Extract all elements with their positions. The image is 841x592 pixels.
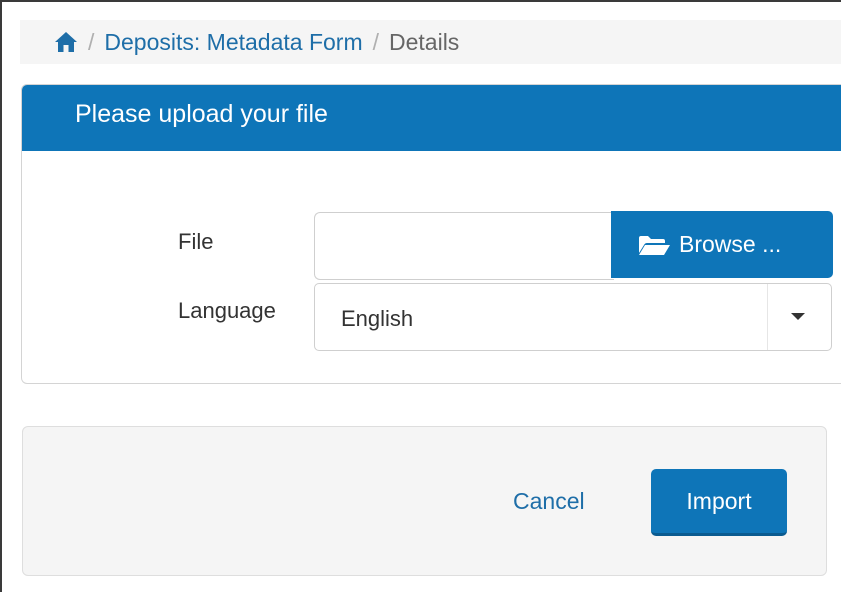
import-button[interactable]: Import [651,469,787,536]
file-label: File [178,229,214,254]
breadcrumb: / Deposits: Metadata Form / Details [20,20,841,64]
upload-panel: Please upload your file File Browse ... … [21,84,841,384]
caret-down-icon[interactable] [791,313,805,320]
language-selected-value: English [341,306,414,331]
folder-open-icon [639,235,670,255]
file-input[interactable] [314,212,614,280]
breadcrumb-separator: / [372,29,379,55]
language-label: Language [178,298,276,323]
browse-button-label: Browse ... [679,231,782,257]
breadcrumb-current-details: Details [389,29,460,55]
cancel-button[interactable]: Cancel [513,488,585,515]
breadcrumb-link-deposits[interactable]: Deposits: Metadata Form [104,29,362,56]
breadcrumb-separator: / [88,29,95,55]
select-divider [767,284,768,350]
panel-header: Please upload your file [22,85,841,151]
form-footer: Cancel Import [22,426,827,576]
browse-button[interactable]: Browse ... [611,211,833,278]
language-select[interactable]: English [314,283,832,351]
panel-title: Please upload your file [75,100,328,128]
home-icon[interactable] [54,31,78,53]
